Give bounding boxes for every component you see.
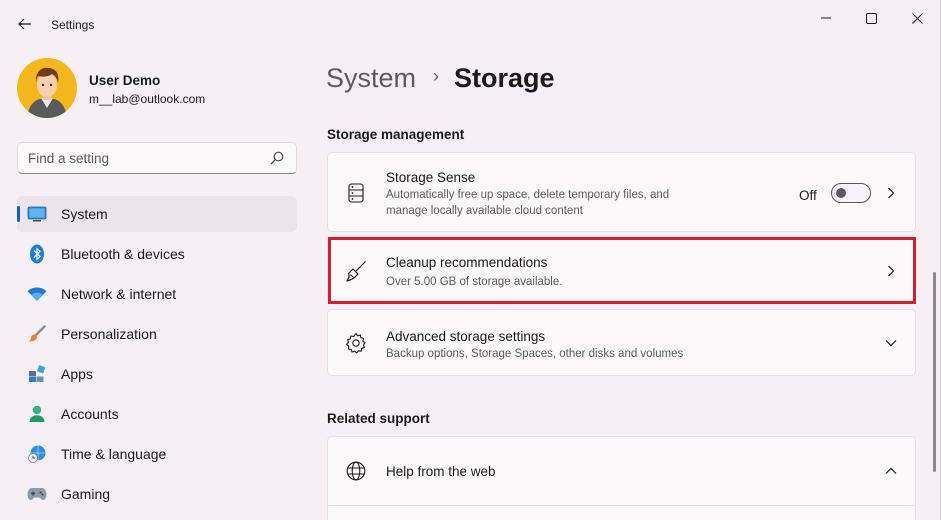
storage-sense-desc-line2: manage locally available cloud content xyxy=(386,205,583,217)
search-icon[interactable] xyxy=(270,151,284,165)
title-bar: Settings xyxy=(0,0,941,48)
search-box[interactable] xyxy=(17,142,297,174)
help-from-web-title: Help from the web xyxy=(386,464,496,479)
chevron-right-icon xyxy=(885,187,897,199)
toggle-knob xyxy=(836,188,846,198)
breadcrumb-parent[interactable]: System xyxy=(326,63,416,94)
highlight-box xyxy=(328,237,916,304)
sidebar-item-personalization[interactable]: Personalization xyxy=(17,316,297,352)
apps-icon xyxy=(27,365,47,383)
globe-clock-icon xyxy=(27,445,47,463)
sidebar-item-label: Time & language xyxy=(61,446,167,462)
sidebar-nav: System Bluetooth & devices Network & int… xyxy=(17,196,297,516)
scrollbar[interactable] xyxy=(933,272,936,472)
sidebar-item-bluetooth[interactable]: Bluetooth & devices xyxy=(17,236,297,272)
back-button[interactable] xyxy=(12,10,38,38)
maximize-button[interactable] xyxy=(855,6,887,30)
sidebar-item-system[interactable]: System xyxy=(17,196,297,232)
sidebar-item-label: Personalization xyxy=(61,326,157,342)
brush-icon xyxy=(27,325,47,343)
sidebar-item-accounts[interactable]: Accounts xyxy=(17,396,297,432)
chevron-down-icon xyxy=(885,337,897,349)
maximize-icon xyxy=(865,12,877,24)
sidebar-item-label: Gaming xyxy=(61,486,111,502)
minimize-button[interactable] xyxy=(810,6,842,30)
breadcrumb: System › Storage xyxy=(326,59,555,97)
back-arrow-icon xyxy=(18,18,31,30)
advanced-storage-title: Advanced storage settings xyxy=(386,329,546,344)
sidebar-item-apps[interactable]: Apps xyxy=(17,356,297,392)
user-email: m__lab@outlook.com xyxy=(89,92,206,106)
storage-sense-title: Storage Sense xyxy=(386,170,476,185)
user-avatar-icon xyxy=(17,58,77,118)
sidebar-item-label: Accounts xyxy=(61,406,119,422)
section-title-related-support: Related support xyxy=(327,411,430,426)
chevron-up-icon xyxy=(885,465,897,477)
sidebar-item-label: Apps xyxy=(61,366,93,382)
sidebar-item-network[interactable]: Network & internet xyxy=(17,276,297,312)
app-title: Settings xyxy=(51,18,95,32)
wifi-icon xyxy=(27,285,47,303)
advanced-storage-settings-card[interactable]: Advanced storage settings Backup options… xyxy=(327,309,916,376)
storage-sense-toggle-label: Off xyxy=(799,188,817,203)
storage-sense-desc-line1: Automatically free up space, delete temp… xyxy=(386,189,670,201)
card-divider xyxy=(328,505,915,506)
user-name: User Demo xyxy=(89,73,161,88)
minimize-icon xyxy=(821,17,831,19)
storage-sense-card[interactable]: Storage Sense Automatically free up spac… xyxy=(327,152,916,232)
storage-drive-icon xyxy=(345,182,367,204)
bluetooth-icon xyxy=(27,244,47,264)
storage-sense-toggle[interactable] xyxy=(831,183,871,203)
close-button[interactable] xyxy=(901,6,933,30)
sidebar-item-time-language[interactable]: Time & language xyxy=(17,436,297,472)
gamepad-icon xyxy=(27,485,47,503)
sidebar-item-gaming[interactable]: Gaming xyxy=(17,476,297,512)
gear-icon xyxy=(345,332,367,354)
advanced-storage-desc: Backup options, Storage Spaces, other di… xyxy=(386,348,684,360)
person-icon xyxy=(27,405,47,423)
search-input[interactable] xyxy=(18,143,258,173)
help-from-web-card[interactable]: Help from the web xyxy=(327,436,916,520)
settings-window: Settings User Demo m__lab@outlook.com Fi… xyxy=(0,0,941,520)
breadcrumb-separator: › xyxy=(433,65,440,86)
sidebar-item-label: Bluetooth & devices xyxy=(61,246,185,262)
system-icon xyxy=(27,205,47,223)
avatar[interactable] xyxy=(17,58,77,118)
sidebar-item-label: System xyxy=(61,206,108,222)
globe-icon xyxy=(345,460,367,482)
close-icon xyxy=(911,12,923,24)
section-title-storage-management: Storage management xyxy=(327,127,465,142)
page-title: Storage xyxy=(454,62,555,93)
sidebar-item-label: Network & internet xyxy=(61,286,177,302)
